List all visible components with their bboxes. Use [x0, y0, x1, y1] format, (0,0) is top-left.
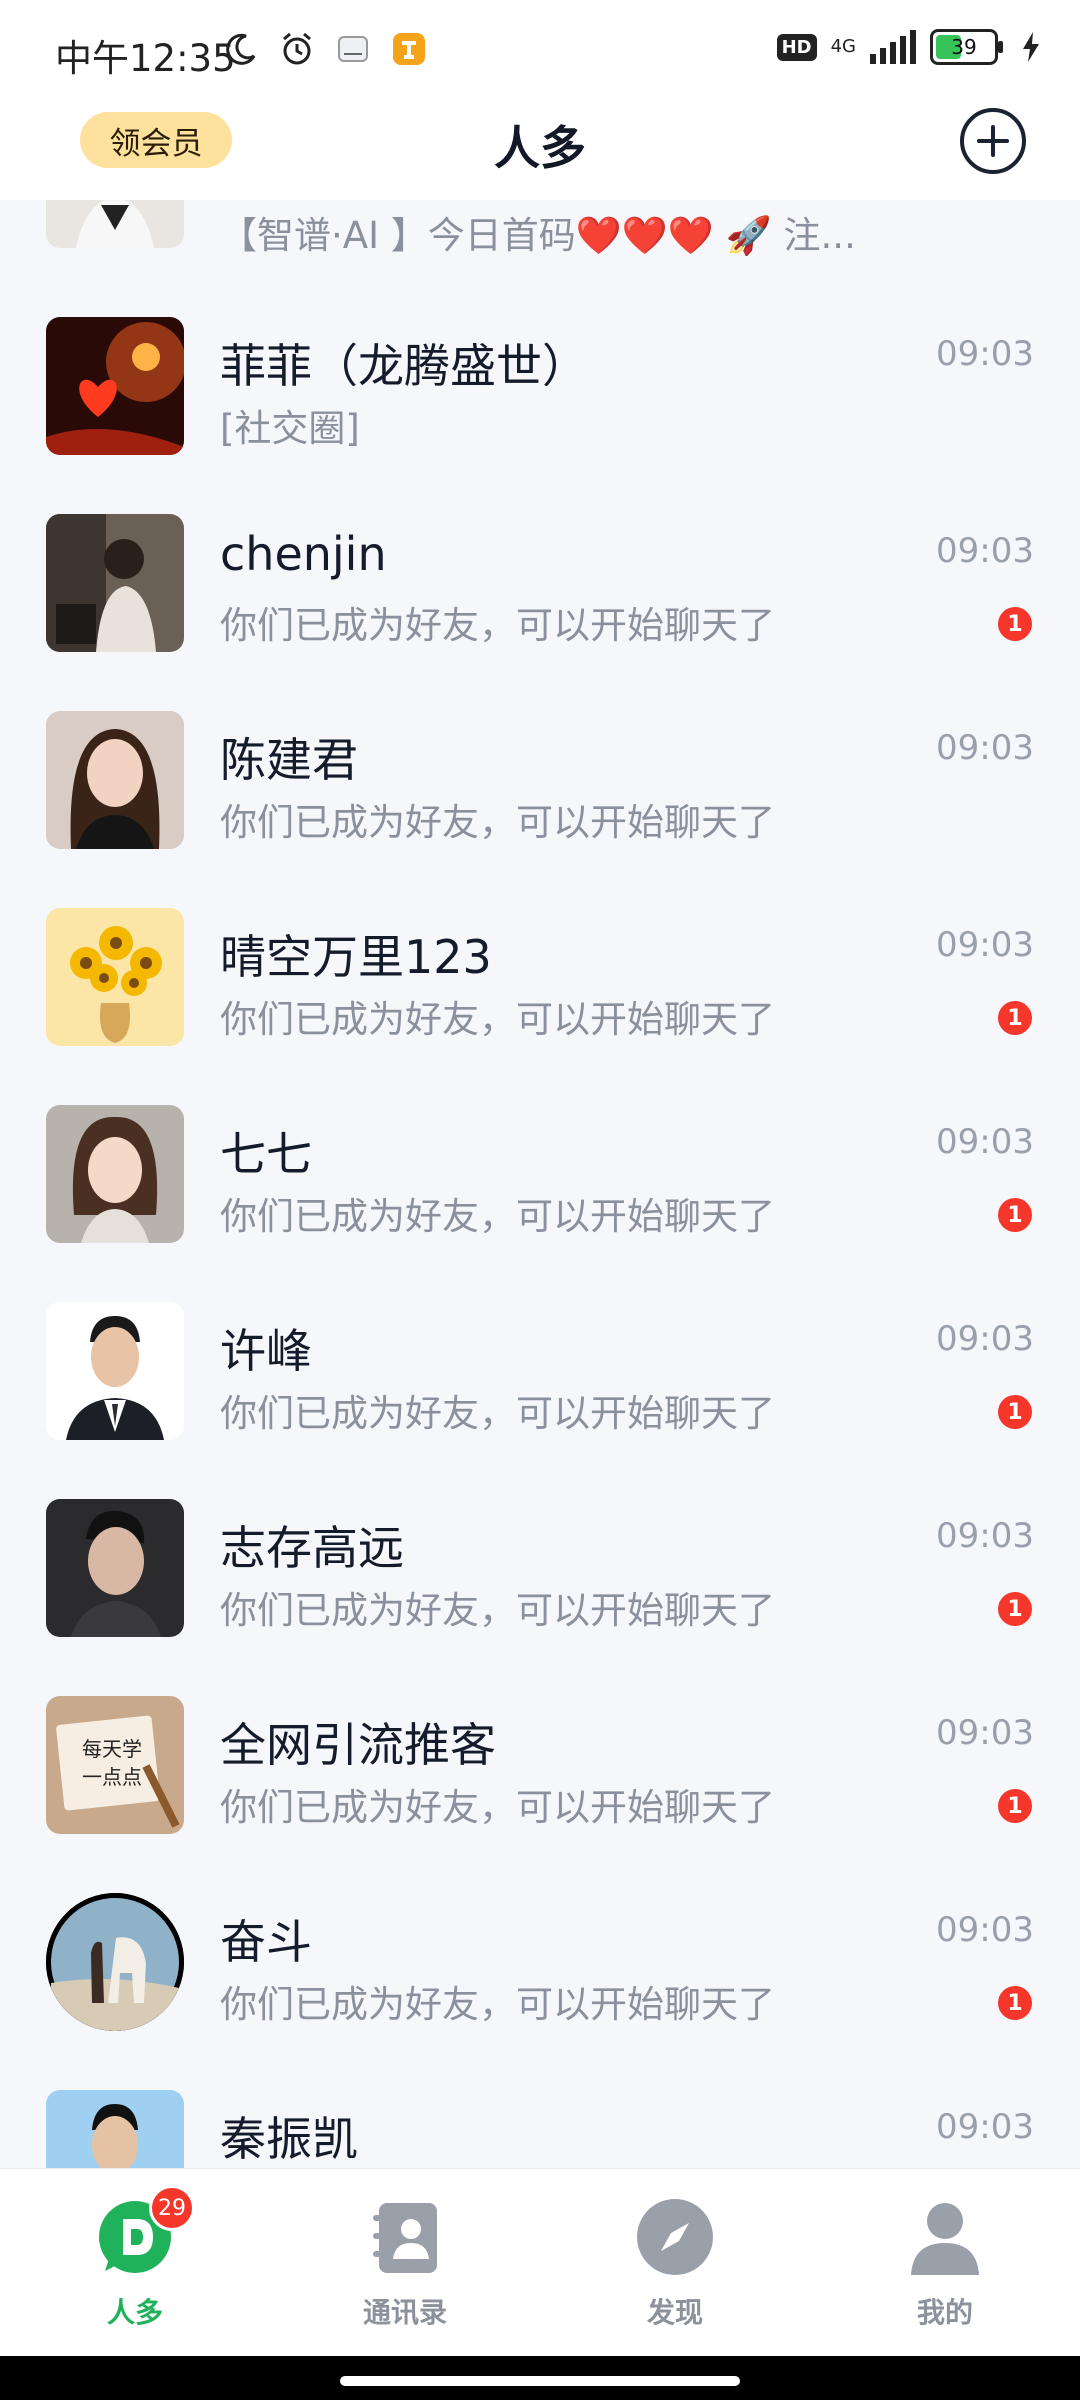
chat-preview: 你们已成为好友，可以开始聊天了: [220, 1195, 775, 1238]
chat-preview: 你们已成为好友，可以开始聊天了: [220, 998, 775, 1041]
tab-label: 通讯录: [362, 2296, 447, 2329]
unread-badge: 1: [998, 1395, 1032, 1429]
avatar: [46, 2090, 184, 2168]
chat-row[interactable]: 菲菲（龙腾盛世） [社交圈] 09:03: [0, 312, 1080, 509]
plus-icon: [977, 125, 1009, 157]
compass-icon: [635, 2197, 715, 2277]
bottom-nav: 29 人多 通讯录 发现 我的: [0, 2168, 1080, 2357]
chat-preview: 你们已成为好友，可以开始聊天了: [220, 801, 775, 844]
chat-time: 09:03: [936, 728, 1034, 768]
chat-time: 09:03: [936, 1516, 1034, 1556]
chat-row[interactable]: 七七 你们已成为好友，可以开始聊天了 09:03 1: [0, 1100, 1080, 1297]
chat-row[interactable]: 晴空万里123 你们已成为好友，可以开始聊天了 09:03 1: [0, 903, 1080, 1100]
chat-name: 菲菲（龙腾盛世）: [220, 339, 588, 393]
chat-name: 志存高远: [220, 1521, 404, 1575]
avatar: [46, 1105, 184, 1243]
chat-row-partial[interactable]: 【智谱·AI 】今日首码❤️❤️❤️ 🚀 注...: [0, 200, 1080, 260]
unread-badge: 1: [998, 607, 1032, 641]
chat-preview: 你们已成为好友，可以开始聊天了: [220, 1392, 775, 1435]
tab-contacts[interactable]: 通讯录: [325, 2197, 485, 2347]
chat-row[interactable]: 每天学 一点点 全网引流推客 你们已成为好友，可以开始聊天了 09:03 1: [0, 1691, 1080, 1888]
app-notification-icon: [390, 30, 428, 68]
unread-badge: 1: [998, 1001, 1032, 1035]
chat-time: 09:03: [936, 1122, 1034, 1162]
charging-icon: [1012, 28, 1050, 66]
avatar: [46, 908, 184, 1046]
battery-icon: 39: [930, 29, 1003, 65]
chat-time: 09:03: [936, 2107, 1034, 2147]
tab-label: 发现: [646, 2296, 703, 2329]
chat-name: 秦振凯: [220, 2112, 358, 2166]
avatar: 每天学 一点点: [46, 1696, 184, 1834]
tab-chats[interactable]: 29 人多: [55, 2185, 215, 2347]
chat-name: 晴空万里123: [220, 930, 492, 984]
unread-badge: 1: [998, 1986, 1032, 2020]
unread-badge: 1: [998, 1198, 1032, 1232]
avatar: [46, 711, 184, 849]
home-indicator: [0, 2356, 1080, 2400]
add-button[interactable]: [960, 108, 1026, 174]
app-header: 领会员 人多: [0, 100, 1080, 200]
unread-badge: 1: [998, 1789, 1032, 1823]
chat-preview: 你们已成为好友，可以开始聊天了: [220, 1589, 775, 1632]
status-bar: 中午12:35 HD 4G 39: [0, 0, 1080, 100]
chat-row[interactable]: chenjin 你们已成为好友，可以开始聊天了 09:03 1: [0, 509, 1080, 706]
chat-list[interactable]: 【智谱·AI 】今日首码❤️❤️❤️ 🚀 注... 菲菲（龙腾盛世） [社交圈]…: [0, 200, 1080, 2168]
tab-discover[interactable]: 发现: [595, 2197, 755, 2347]
page-title: 人多: [494, 121, 586, 175]
chat-name: 许峰: [220, 1324, 312, 1378]
chat-name: 全网引流推客: [220, 1718, 496, 1772]
alarm-icon: [278, 30, 316, 68]
contacts-icon: [365, 2197, 445, 2277]
chat-preview: [社交圈]: [220, 407, 360, 450]
note-text-line1: 每天学: [82, 1737, 142, 1761]
chat-row[interactable]: 陈建君 你们已成为好友，可以开始聊天了 09:03: [0, 706, 1080, 903]
chat-time: 09:03: [936, 1713, 1034, 1753]
unread-badge: 1: [998, 1592, 1032, 1626]
chat-name: chenjin: [220, 527, 387, 581]
chat-preview: 你们已成为好友，可以开始聊天了: [220, 1786, 775, 1829]
battery-level: 39: [951, 35, 977, 59]
chat-preview: 【智谱·AI 】今日首码❤️❤️❤️ 🚀 注...: [220, 214, 856, 257]
avatar: [46, 1302, 184, 1440]
chat-preview: 你们已成为好友，可以开始聊天了: [220, 1983, 775, 2026]
chat-time: 09:03: [936, 531, 1034, 571]
person-icon: [905, 2197, 985, 2277]
avatar: [46, 200, 184, 248]
chat-row[interactable]: 秦振凯 09:03: [0, 2085, 1080, 2168]
network-type: 4G: [830, 36, 856, 57]
moon-icon: [222, 30, 260, 68]
chat-time: 09:03: [936, 925, 1034, 965]
tab-profile[interactable]: 我的: [865, 2197, 1025, 2347]
hd-icon: HD: [776, 33, 817, 61]
chat-row[interactable]: 奋斗 你们已成为好友，可以开始聊天了 09:03 1: [0, 1888, 1080, 2085]
chat-row[interactable]: 许峰 你们已成为好友，可以开始聊天了 09:03 1: [0, 1297, 1080, 1494]
status-icons-left: [222, 30, 428, 68]
chat-name: 奋斗: [220, 1915, 312, 1969]
avatar: [46, 317, 184, 455]
app-notification-icon: [334, 30, 372, 68]
avatar: [46, 514, 184, 652]
chat-row[interactable]: 志存高远 你们已成为好友，可以开始聊天了 09:03 1: [0, 1494, 1080, 1691]
status-icons-right: HD 4G 39: [776, 28, 1050, 66]
avatar: [46, 1893, 184, 2031]
home-bar[interactable]: [340, 2376, 740, 2386]
status-time: 中午12:35: [55, 37, 236, 80]
chat-time: 09:03: [936, 334, 1034, 374]
note-text-line2: 一点点: [82, 1765, 142, 1789]
unread-badge: 29: [149, 2185, 195, 2231]
chat-name: 七七: [220, 1127, 312, 1181]
tab-label: 人多: [106, 2296, 163, 2329]
chat-name: 陈建君: [220, 733, 358, 787]
chat-app-icon: 29: [95, 2185, 195, 2277]
chat-time: 09:03: [936, 1910, 1034, 1950]
tab-label: 我的: [916, 2296, 973, 2329]
chat-preview: 你们已成为好友，可以开始聊天了: [220, 604, 775, 647]
avatar: [46, 1499, 184, 1637]
chat-time: 09:03: [936, 1319, 1034, 1359]
signal-icon: [870, 30, 916, 64]
